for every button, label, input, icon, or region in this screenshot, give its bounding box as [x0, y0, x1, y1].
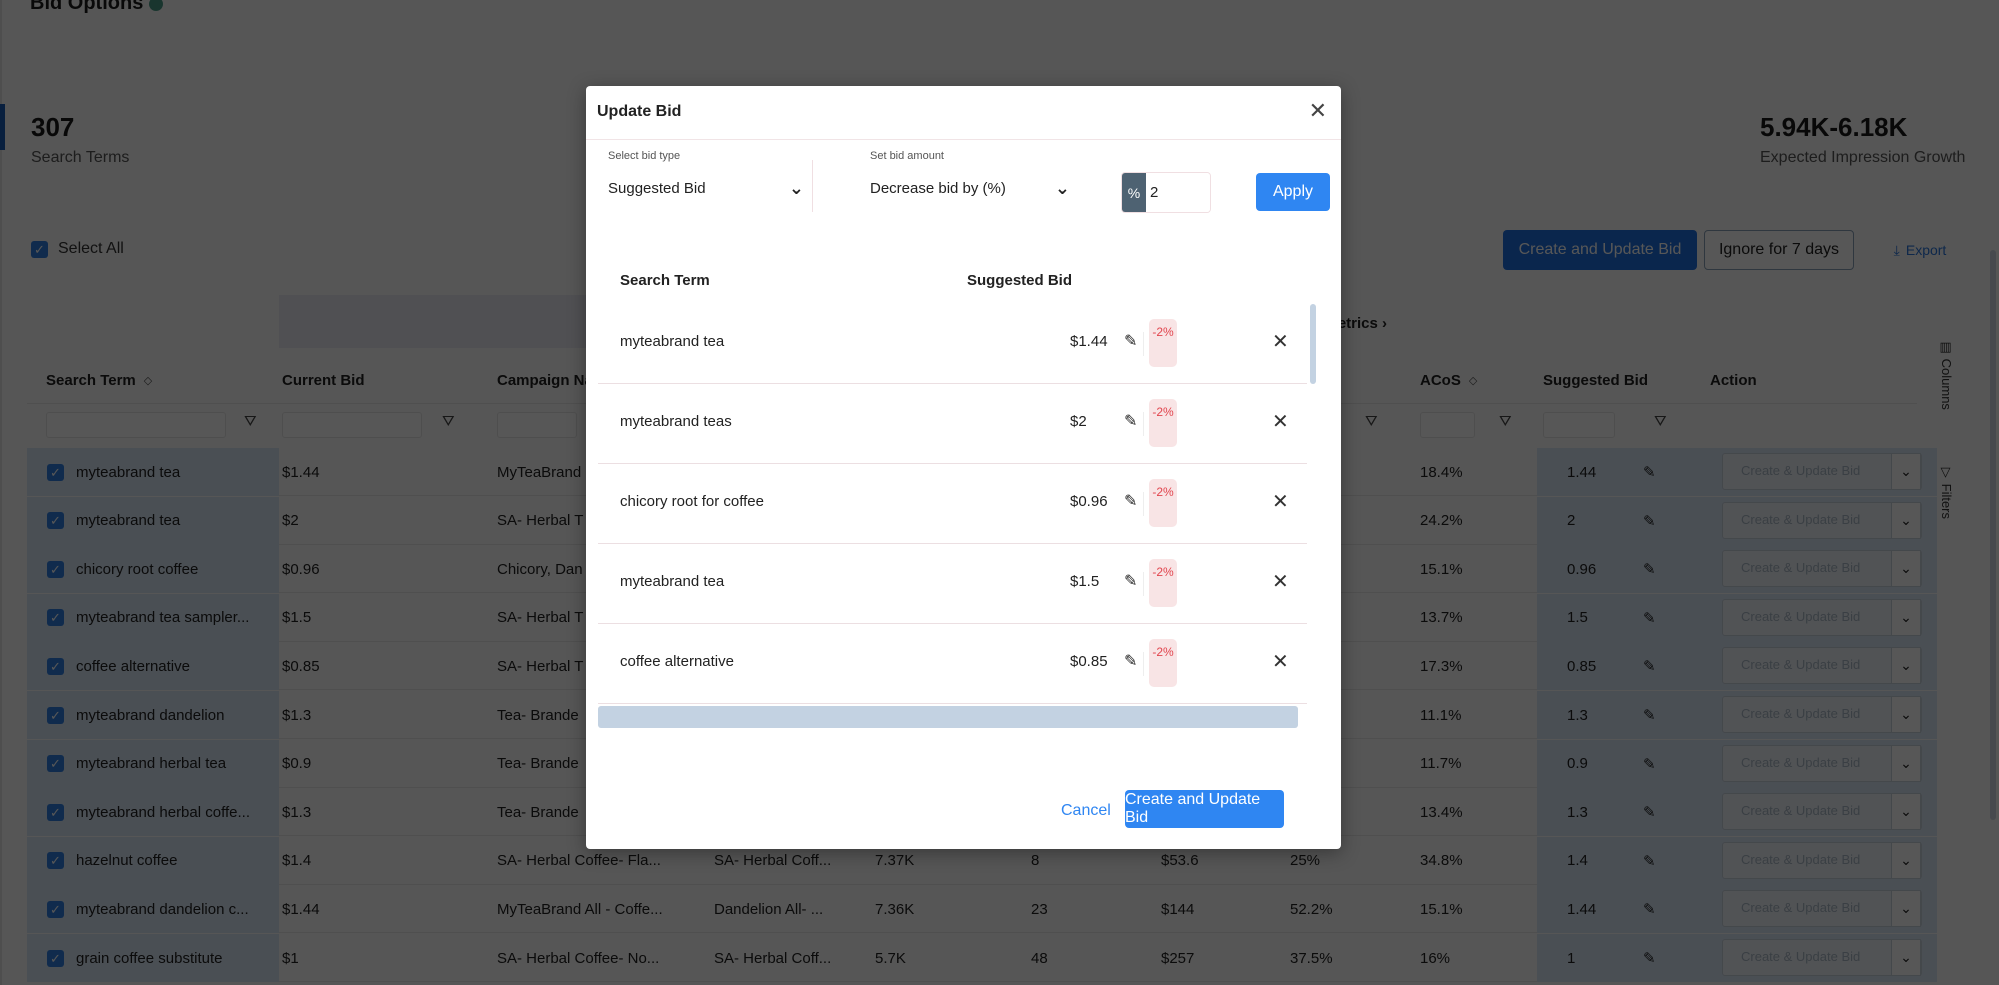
bid-change-badge: -2%: [1149, 399, 1177, 447]
edit-pencil-icon[interactable]: ✎: [1124, 411, 1137, 431]
remove-row-icon[interactable]: ✕: [1272, 409, 1289, 434]
edit-separator: [1143, 332, 1144, 356]
bid-change-badge: -2%: [1149, 479, 1177, 527]
remove-row-icon[interactable]: ✕: [1272, 569, 1289, 594]
header-search-term: Search Term: [620, 272, 710, 289]
cancel-button[interactable]: Cancel: [1061, 802, 1111, 820]
chevron-down-icon: ⌄: [788, 177, 804, 198]
row-suggested-bid: $1.5: [1070, 573, 1100, 590]
row-suggested-bid: $0.85: [1070, 653, 1108, 670]
modal-header: Update Bid ✕: [586, 86, 1341, 140]
modal-table-row: coffee alternative $0.85 ✎ -2% ✕: [598, 624, 1307, 704]
edit-pencil-icon[interactable]: ✎: [1124, 491, 1137, 511]
close-icon[interactable]: ✕: [1309, 98, 1327, 124]
bid-change-badge: -2%: [1149, 559, 1177, 607]
bid-amount-label: Set bid amount: [870, 150, 944, 162]
row-search-term: myteabrand tea: [620, 573, 725, 590]
create-and-update-bid-submit-button[interactable]: Create and Update Bid: [1125, 790, 1284, 828]
percent-input[interactable]: [1146, 173, 1210, 212]
edit-separator: [1143, 652, 1144, 676]
edit-separator: [1143, 492, 1144, 516]
row-suggested-bid: $0.96: [1070, 493, 1108, 510]
bid-type-select[interactable]: Suggested Bid ⌄: [608, 174, 804, 202]
row-search-term: chicory root for coffee: [620, 493, 764, 510]
edit-pencil-icon[interactable]: ✎: [1124, 651, 1137, 671]
percent-addon: %: [1122, 173, 1146, 212]
bid-amount-value: Decrease bid by (%): [870, 179, 1006, 197]
bid-change-badge: -2%: [1149, 639, 1177, 687]
modal-table-row: myteabrand tea $1.44 ✎ -2% ✕: [598, 304, 1307, 384]
modal-table-header: Search Term Suggested Bid: [598, 256, 1320, 296]
bid-amount-select[interactable]: Decrease bid by (%) ⌄: [870, 174, 1070, 202]
edit-pencil-icon[interactable]: ✎: [1124, 571, 1137, 591]
row-search-term: myteabrand teas: [620, 413, 732, 430]
update-bid-modal: Update Bid ✕ Select bid type Suggested B…: [586, 86, 1341, 849]
edit-pencil-icon[interactable]: ✎: [1124, 331, 1137, 351]
modal-table-row: myteabrand teas $2 ✎ -2% ✕: [598, 384, 1307, 464]
edit-separator: [1143, 412, 1144, 436]
modal-title: Update Bid: [597, 103, 682, 120]
modal-bid-table: Search Term Suggested Bid myteabrand tea…: [598, 256, 1320, 736]
percent-input-group: %: [1121, 172, 1211, 213]
header-suggested-bid: Suggested Bid: [967, 272, 1073, 289]
row-search-term: myteabrand tea: [620, 333, 725, 350]
remove-row-icon[interactable]: ✕: [1272, 489, 1289, 514]
modal-table-row: chicory root for coffee $0.96 ✎ -2% ✕: [598, 464, 1307, 544]
row-suggested-bid: $1.44: [1070, 333, 1108, 350]
edit-separator: [1143, 572, 1144, 596]
field-separator: [812, 160, 813, 212]
modal-table-row: myteabrand tea $1.5 ✎ -2% ✕: [598, 544, 1307, 624]
modal-table-vertical-scrollbar[interactable]: [1310, 304, 1316, 384]
remove-row-icon[interactable]: ✕: [1272, 649, 1289, 674]
chevron-down-icon: ⌄: [1054, 177, 1070, 198]
bid-type-value: Suggested Bid: [608, 179, 706, 197]
apply-button[interactable]: Apply: [1256, 173, 1330, 211]
bid-type-label: Select bid type: [608, 150, 681, 162]
row-search-term: coffee alternative: [620, 653, 734, 670]
remove-row-icon[interactable]: ✕: [1272, 329, 1289, 354]
row-suggested-bid: $2: [1070, 413, 1087, 430]
bid-change-badge: -2%: [1149, 319, 1177, 367]
modal-table-horizontal-scrollbar[interactable]: [598, 706, 1298, 728]
